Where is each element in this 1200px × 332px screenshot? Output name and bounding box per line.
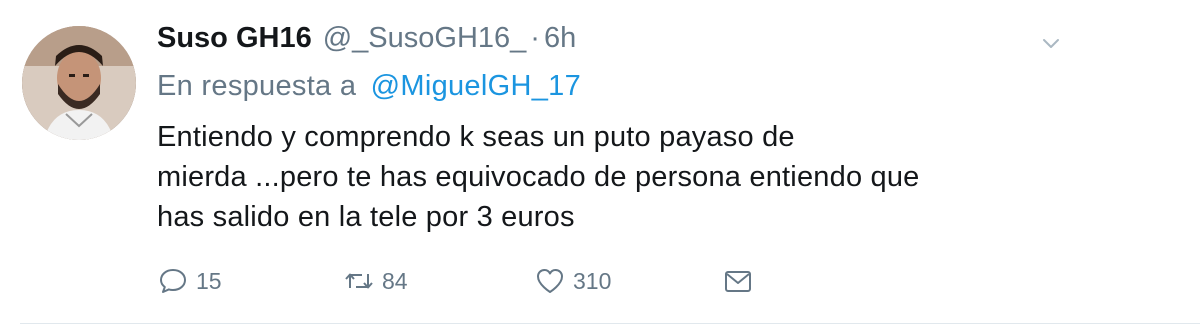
reply-count: 15 (196, 267, 222, 294)
retweet-count: 84 (382, 267, 408, 294)
author-handle[interactable]: @_SusoGH16_ (323, 22, 527, 55)
reply-icon (160, 269, 186, 293)
tweet-text: Entiendo y comprendo k seas un puto paya… (157, 117, 1057, 237)
reply-prefix: En respuesta a (157, 70, 357, 102)
like-button[interactable]: 310 (535, 263, 611, 299)
like-count: 310 (573, 267, 612, 294)
divider (20, 323, 1200, 324)
tweet-text-line: Entiendo y comprendo k seas un puto paya… (157, 121, 795, 153)
chevron-down-icon[interactable] (1040, 32, 1062, 54)
retweet-icon (345, 273, 373, 289)
tweet-header: Suso GH16 @_SusoGH16_ · 6h (157, 22, 576, 62)
reply-to-mention[interactable]: @MiguelGH_17 (371, 70, 581, 102)
avatar-image (22, 26, 136, 140)
direct-message-button[interactable] (723, 263, 753, 299)
heart-icon (537, 269, 563, 293)
author-name[interactable]: Suso GH16 (157, 22, 312, 55)
tweet-actions: 15 84 310 (158, 263, 1058, 299)
envelope-icon (725, 271, 751, 292)
reply-context: En respuesta a @MiguelGH_17 (157, 70, 581, 103)
tweet[interactable]: Suso GH16 @_SusoGH16_ · 6h En respuesta … (0, 0, 1200, 332)
tweet-timestamp[interactable]: 6h (544, 22, 576, 55)
tweet-text-line: mierda ...pero te has equivocado de pers… (157, 161, 920, 193)
separator-dot: · (530, 22, 540, 54)
retweet-button[interactable]: 84 (344, 263, 408, 299)
avatar[interactable] (22, 26, 136, 140)
reply-button[interactable]: 15 (158, 263, 222, 299)
tweet-text-line: has salido en la tele por 3 euros (157, 201, 575, 233)
